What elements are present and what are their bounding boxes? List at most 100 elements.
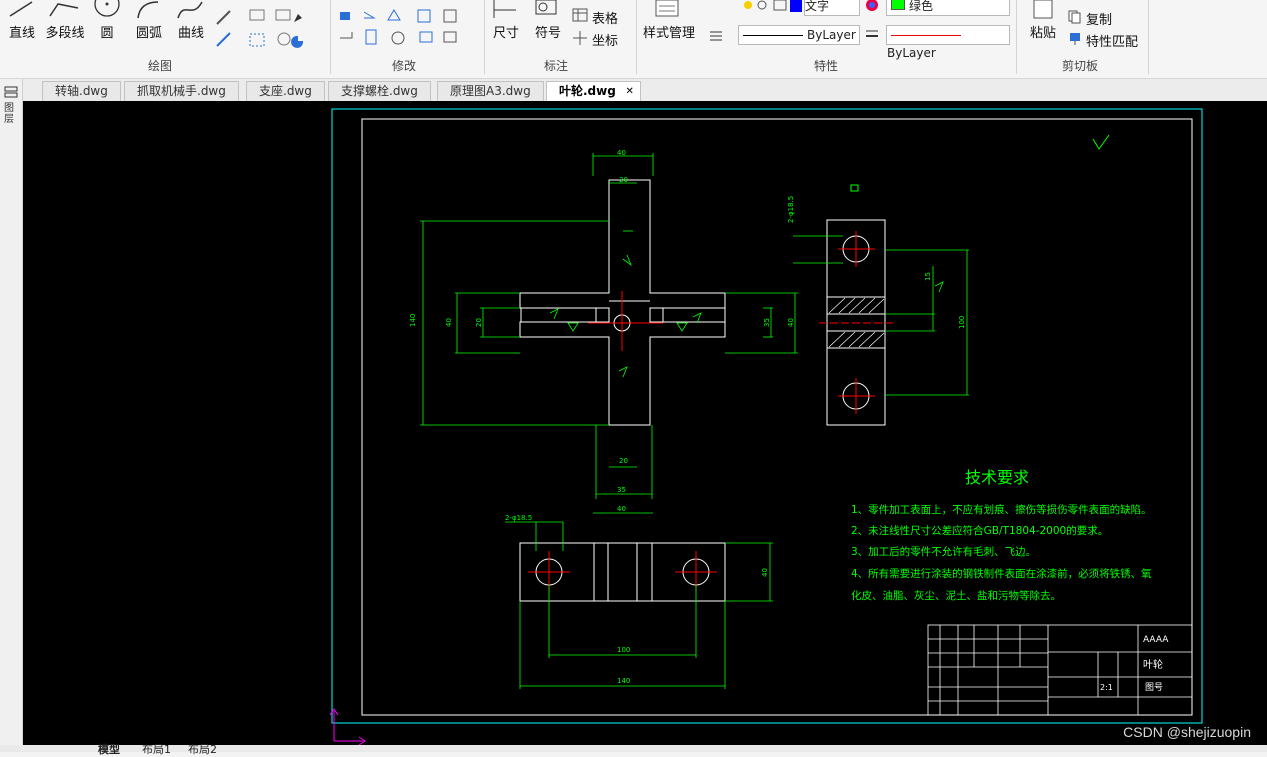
arc-icon <box>137 1 159 19</box>
layers-label[interactable]: 图层 <box>4 103 16 125</box>
lineweight-value: ByLayer <box>887 46 936 60</box>
dim-bottom-40: 40 <box>617 505 626 513</box>
text-style-dropdown[interactable]: 文字 <box>804 0 860 16</box>
requirement-3: 3、加工后的零件不允许有毛刺、飞边。 <box>851 545 1036 558</box>
requirement-4: 4、所有需要进行涂装的钢铁制件表面在涂漆前，必须将铁锈、氧 <box>851 567 1152 580</box>
small-marker <box>850 184 859 192</box>
requirement-1: 1、零件加工表面上，不应有划痕、擦伤等损伤零件表面的缺陷。 <box>851 503 1152 516</box>
watermark: CSDN @shejizuopin <box>1123 724 1251 740</box>
tab-model[interactable]: 模型 <box>98 741 120 757</box>
tab-zhicheng[interactable]: 支撑螺栓.dwg <box>328 81 431 101</box>
dim-top-20: 20 <box>619 176 628 184</box>
copy-icon <box>1068 10 1081 24</box>
left-sidebar: 图层 <box>0 79 23 752</box>
title-block-scale: 2:1 <box>1100 683 1113 692</box>
line-button[interactable]: 直线 <box>6 22 38 41</box>
table-icon <box>572 8 588 22</box>
linewidth-icon <box>866 30 878 37</box>
arc-button[interactable]: 圆弧 <box>132 22 166 41</box>
layers-icon[interactable] <box>3 85 19 101</box>
curve-button[interactable]: 曲线 <box>174 22 208 41</box>
tab-zhuanzhou[interactable]: 转轴.dwg <box>42 81 121 101</box>
properties-group-label: 特性 <box>814 59 839 73</box>
circle-button[interactable]: 圆 <box>92 22 122 41</box>
draw-shapes-icon <box>249 9 304 48</box>
symbol-icon <box>535 0 557 15</box>
requirement-2: 2、未注线性尺寸公差应符合GB/T1804-2000的要求。 <box>851 524 1108 537</box>
line-icon <box>9 1 33 17</box>
dim-right-35: 35 <box>763 318 771 327</box>
tab-zhizuo[interactable]: 支座.dwg <box>246 81 325 101</box>
clipboard-group-label: 剪切板 <box>1062 59 1099 73</box>
modify-tools-icon <box>340 9 457 45</box>
linetype-value: ByLayer <box>807 28 856 42</box>
bottom-view: 2-φ18.5 100 140 40 <box>505 514 773 689</box>
color-value: 绿色 <box>909 0 934 13</box>
color-swatch <box>891 0 905 10</box>
ribbon-separator <box>484 0 485 74</box>
draw-group-label: 绘图 <box>148 59 173 73</box>
bottom-dim-40: 40 <box>761 568 769 577</box>
title-block-drawing-no: 图号 <box>1145 682 1163 693</box>
cad-drawing: 40 20 140 40 20 40 35 20 35 40 2-φ18.5 1… <box>329 108 1203 746</box>
bottom-hole-dim: 2-φ18.5 <box>505 514 532 522</box>
dim-left-140: 140 <box>409 314 417 327</box>
dimension-icon <box>493 0 516 18</box>
color-dropdown[interactable]: 绿色 <box>886 0 1010 16</box>
coordinate-button[interactable]: 坐标 <box>592 30 618 49</box>
ribbon-separator <box>1016 0 1017 74</box>
coordinate-icon <box>573 31 587 45</box>
paste-button[interactable]: 粘贴 <box>1026 22 1060 41</box>
color-wheel-icon[interactable] <box>864 0 880 12</box>
lineweight-dropdown[interactable]: ByLayer <box>886 25 1010 60</box>
match-properties-button[interactable]: 特性匹配 <box>1086 31 1138 50</box>
dimension-button[interactable]: 尺寸 <box>490 22 522 41</box>
dim-bottom-35: 35 <box>617 486 626 494</box>
front-view-centerlines <box>588 291 663 351</box>
copy-button[interactable]: 复制 <box>1086 9 1112 28</box>
document-tab-bar: 转轴.dwg 抓取机械手.dwg 支座.dwg 支撑螺栓.dwg 原理图A3.d… <box>0 79 1267 102</box>
style-manager-button[interactable]: 样式管理 <box>640 22 698 41</box>
linetype-preview <box>743 35 803 36</box>
dim-top-40: 40 <box>617 149 626 157</box>
drawing-canvas[interactable]: 40 20 140 40 20 40 35 20 35 40 2-φ18.5 1… <box>23 101 1267 746</box>
dim-right-40: 40 <box>787 318 795 327</box>
paste-icon <box>1033 0 1053 19</box>
text-style-value: 文字 <box>805 0 830 13</box>
tech-requirements-title: 技术要求 <box>965 468 1029 487</box>
roughness-symbol <box>1092 134 1110 150</box>
tab-zhuaqu[interactable]: 抓取机械手.dwg <box>124 81 239 101</box>
tab-layout2[interactable]: 布局2 <box>188 741 217 757</box>
table-button[interactable]: 表格 <box>592 8 618 27</box>
curve-icon <box>177 1 203 19</box>
side-hole-dim: 2-φ18.5 <box>787 196 795 223</box>
title-block-company: AAAA <box>1143 635 1169 645</box>
style-manager-icon <box>655 0 679 17</box>
side-view: 2-φ18.5 100 15 <box>787 196 969 426</box>
dim-left-40: 40 <box>445 318 453 327</box>
annotate-group-label: 标注 <box>544 59 569 73</box>
draw-tools-icon <box>216 10 231 47</box>
title-block-part-name: 叶轮 <box>1143 658 1163 671</box>
close-tab-icon[interactable]: ✕ <box>625 82 633 101</box>
bottom-dim-140: 140 <box>617 677 630 685</box>
side-dim-100: 100 <box>958 316 966 329</box>
ribbon-separator <box>1148 0 1149 74</box>
ribbon: 直线 多段线 圆 圆弧 曲线 绘图 修改 尺寸 符号 表格 坐标 标注 样式管理… <box>0 0 1267 79</box>
side-dim-15: 15 <box>924 272 932 281</box>
bottom-dim-100: 100 <box>617 646 630 654</box>
lineweight-icon <box>710 31 722 41</box>
lineweight-preview <box>891 35 961 36</box>
polyline-button[interactable]: 多段线 <box>42 22 88 41</box>
match-properties-icon <box>1070 33 1080 45</box>
sheet-frames <box>331 108 1203 724</box>
tab-yelun[interactable]: 叶轮.dwg ✕ <box>546 81 641 101</box>
layer-state-icons <box>744 0 802 12</box>
symbol-button[interactable]: 符号 <box>532 22 564 41</box>
tab-layout1[interactable]: 布局1 <box>142 741 171 757</box>
dim-left-20: 20 <box>475 318 483 327</box>
tab-yuanlitu[interactable]: 原理图A3.dwg <box>437 81 544 101</box>
linetype-dropdown[interactable]: ByLayer <box>738 25 860 45</box>
modify-group-label: 修改 <box>392 59 417 73</box>
ucs-icon <box>329 708 366 746</box>
